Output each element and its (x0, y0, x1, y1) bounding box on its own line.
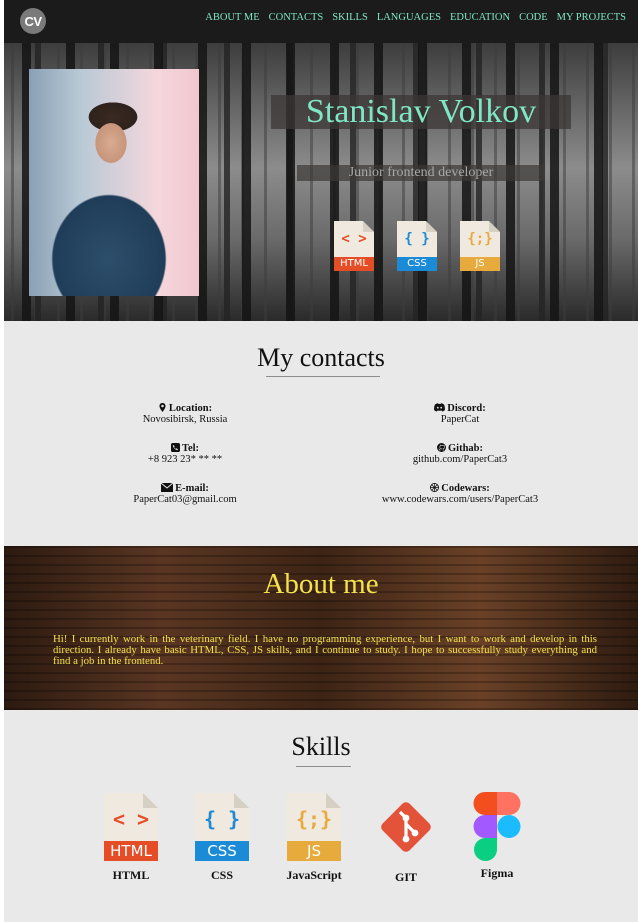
hero-role: Junior frontend developer (297, 165, 545, 181)
about-section: About me Hi! I currently work in the vet… (4, 546, 638, 710)
nav-link-education[interactable]: EDUCATION (450, 12, 510, 23)
hero-name: Stanislav Volkov (271, 95, 571, 129)
contact-github-label: Githab: (447, 443, 483, 454)
skills-section: Skills < > HTML HTML { } CSS CSS {;} JS (4, 710, 638, 922)
contact-codewars-value[interactable]: www.codewars.com/users/PaperCat3 (360, 494, 560, 505)
hero-tech-icons: < > HTML { } CSS {;} JS (334, 221, 500, 271)
html-file-icon: < > HTML (104, 793, 158, 861)
js-symbol: {;} (467, 231, 493, 247)
contacts-title: My contacts (257, 343, 385, 372)
skill-javascript: {;} JS JavaScript (279, 793, 349, 883)
js-file-icon: {;} JS (287, 793, 341, 861)
css-band-label: CSS (397, 257, 437, 271)
contact-location-value: Novosibirsk, Russia (142, 414, 228, 425)
hero-banner: Stanislav Volkov Junior frontend develop… (4, 43, 638, 321)
skill-javascript-label: JavaScript (286, 868, 342, 882)
contacts-title-underline (266, 376, 380, 377)
contact-github-value[interactable]: github.com/PaperCat3 (360, 454, 560, 465)
page: CV ABOUT ME CONTACTS SKILLS LANGUAGES ED… (4, 0, 638, 922)
profile-photo (29, 69, 199, 296)
skill-figma-label: Figma (480, 866, 514, 880)
contact-codewars: Codewars: www.codewars.com/users/PaperCa… (360, 483, 560, 505)
skill-html-label: HTML (112, 868, 150, 882)
cv-logo[interactable]: CV (20, 8, 46, 34)
contact-codewars-label: Codewars: (441, 483, 490, 494)
skill-git: GIT (374, 795, 438, 885)
nav-link-about-me[interactable]: ABOUT ME (205, 12, 259, 23)
github-icon (436, 443, 446, 452)
contact-discord-label: Discord: (447, 403, 486, 414)
contact-discord: Discord: PaperCat (360, 403, 560, 425)
about-title: About me (263, 568, 379, 600)
about-text: Hi! I currently work in the veterinary f… (53, 633, 597, 667)
js-band-label: JS (460, 257, 500, 271)
contacts-left-column: Location: Novosibirsk, Russia Tel: +8 92… (100, 403, 270, 523)
contacts-section: My contacts Location: Novosibirsk, Russi… (4, 321, 638, 546)
contact-location: Location: Novosibirsk, Russia (100, 403, 270, 425)
js-file-icon: {;} JS (460, 221, 500, 271)
nav-link-languages[interactable]: LANGUAGES (377, 12, 441, 23)
contact-tel-label: Tel: (181, 443, 200, 454)
envelope-icon (161, 483, 174, 492)
skill-css-symbol: { } (203, 807, 241, 831)
skill-css-band: CSS (195, 841, 249, 861)
contact-github: Githab: github.com/PaperCat3 (360, 443, 560, 465)
contact-location-label: Location: (168, 403, 213, 414)
contact-discord-value: PaperCat (440, 414, 480, 425)
nav-link-contacts[interactable]: CONTACTS (269, 12, 324, 23)
skill-js-symbol: {;} (295, 807, 333, 831)
contact-email-label: E-mail: (175, 483, 209, 494)
contact-tel: Tel: +8 923 23* ** ** (100, 443, 270, 465)
skill-html-band: HTML (104, 841, 158, 861)
contact-email-value[interactable]: PaperCat03@gmail.com (100, 494, 270, 505)
discord-icon (434, 403, 446, 412)
figma-icon (473, 792, 521, 861)
nav-link-skills[interactable]: SKILLS (332, 12, 368, 23)
contact-tel-value: +8 923 23* ** ** (147, 454, 223, 465)
top-navbar: CV ABOUT ME CONTACTS SKILLS LANGUAGES ED… (4, 0, 638, 43)
html-file-icon: < > HTML (334, 221, 374, 271)
phone-icon (170, 443, 180, 452)
codewars-icon (430, 483, 440, 492)
skill-git-label: GIT (394, 870, 417, 884)
skills-title-underline (296, 766, 351, 767)
html-symbol: < > (341, 231, 367, 247)
css-file-icon: { } CSS (195, 793, 249, 861)
css-file-icon: { } CSS (397, 221, 437, 271)
skills-title: Skills (291, 732, 351, 761)
skill-js-band: JS (287, 841, 341, 861)
nav-link-my-projects[interactable]: MY PROJECTS (557, 12, 626, 23)
css-symbol: { } (404, 231, 430, 247)
contacts-right-column: Discord: PaperCat Githab: github.com/Pap… (360, 403, 560, 523)
git-icon (381, 802, 431, 852)
nav-link-code[interactable]: CODE (519, 12, 548, 23)
contact-email: E-mail: PaperCat03@gmail.com (100, 483, 270, 505)
skill-figma: Figma (469, 792, 525, 881)
html-band-label: HTML (334, 257, 374, 271)
nav-menu: ABOUT ME CONTACTS SKILLS LANGUAGES EDUCA… (205, 12, 626, 23)
skill-html-symbol: < > (112, 807, 150, 831)
skill-css-label: CSS (210, 868, 233, 882)
location-pin-icon (159, 403, 166, 412)
skill-css: { } CSS CSS (192, 793, 252, 883)
skill-html: < > HTML HTML (101, 793, 161, 883)
